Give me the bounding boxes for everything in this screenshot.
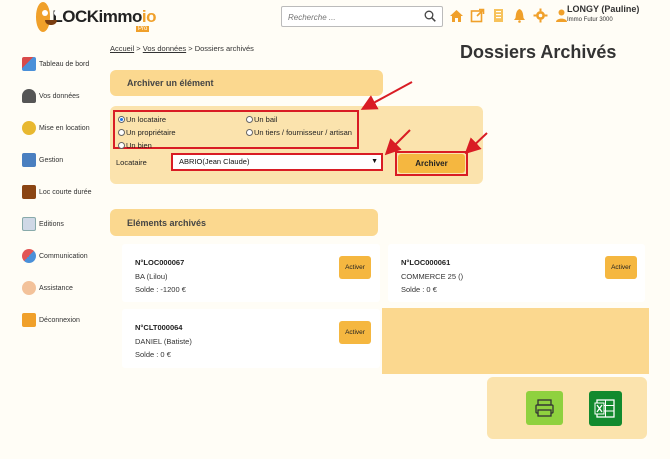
tenant-select-value: ABRIO(Jean Claude)	[179, 157, 250, 166]
breadcrumb-data-link[interactable]: Vos données	[143, 44, 186, 53]
sidebar-item-dashboard[interactable]: Tableau de bord	[22, 48, 112, 80]
archived-card: N°LOC000067 BA (Lilou) Solde : -1200 € A…	[122, 244, 380, 302]
archived-card: N°CLT000064 DANIEL (Batiste) Solde : 0 €…	[122, 309, 380, 368]
activate-button[interactable]: Activer	[339, 321, 371, 344]
print-button[interactable]	[526, 391, 563, 425]
printer-icon	[535, 399, 554, 417]
card-id: N°CLT000064	[135, 323, 183, 332]
gear-icon[interactable]	[533, 8, 548, 23]
archived-section-heading: Eléments archivés	[110, 209, 378, 236]
sidebar-item-editions[interactable]: Editions	[22, 208, 112, 240]
sidebar-item-your-data[interactable]: Vos données	[22, 80, 112, 112]
activate-button[interactable]: Activer	[339, 256, 371, 279]
card-balance: Solde : 0 €	[135, 350, 171, 359]
header-toolbar	[449, 8, 569, 23]
radio-owner[interactable]: Un propriétaire	[118, 128, 176, 137]
archive-button[interactable]: Archiver	[398, 154, 465, 173]
home-icon[interactable]	[449, 8, 464, 23]
search-box[interactable]	[281, 6, 443, 27]
chart-icon	[22, 217, 36, 231]
app-logo[interactable]: LOCKimmoio Pro	[36, 2, 157, 32]
radio-button[interactable]	[246, 129, 253, 136]
card-name: BA (Lilou)	[135, 272, 168, 281]
dashboard-icon	[22, 57, 36, 71]
user-info[interactable]: LONGY (Pauline) Immo Futur 3000	[567, 4, 639, 23]
sidebar-item-short-term[interactable]: Loc courte durée	[22, 176, 112, 208]
breadcrumb-home-link[interactable]: Accueil	[110, 44, 134, 53]
chat-icon	[22, 249, 36, 263]
radio-button[interactable]	[246, 116, 253, 123]
excel-icon	[594, 399, 615, 418]
breadcrumb-current: Dossiers archivés	[194, 44, 254, 53]
sidebar-item-management[interactable]: Gestion	[22, 144, 112, 176]
radio-property[interactable]: Un bien	[118, 141, 152, 150]
tiger-mascot-icon	[36, 2, 58, 32]
logo-badge: Pro	[136, 26, 150, 32]
sidebar-item-logout[interactable]: Déconnexion	[22, 304, 112, 336]
sidebar-item-assistance[interactable]: Assistance	[22, 272, 112, 304]
logo-text: LOCKimmoio	[52, 7, 156, 26]
radio-lease[interactable]: Un bail	[246, 115, 277, 124]
card-name: DANIEL (Batiste)	[135, 337, 192, 346]
excel-export-button[interactable]	[589, 391, 622, 426]
document-icon[interactable]	[491, 8, 506, 23]
chevron-down-icon: ▼	[371, 158, 378, 165]
card-name: COMMERCE 25 ()	[401, 272, 464, 281]
activate-button[interactable]: Activer	[605, 256, 637, 279]
key-icon	[22, 121, 36, 135]
radio-button[interactable]	[118, 116, 125, 123]
bell-icon[interactable]	[512, 8, 527, 23]
card-balance: Solde : -1200 €	[135, 285, 186, 294]
search-input[interactable]	[282, 8, 417, 27]
sidebar-item-communication[interactable]: Communication	[22, 240, 112, 272]
radio-tenant[interactable]: Un locataire	[118, 115, 166, 124]
radio-button[interactable]	[118, 142, 125, 149]
logout-icon	[22, 313, 36, 327]
archive-section-heading: Archiver un élément	[110, 70, 383, 96]
tenant-select[interactable]: ABRIO(Jean Claude) ▼	[171, 153, 383, 171]
company-name: Immo Futur 3000	[567, 17, 613, 23]
person-icon	[22, 89, 36, 103]
card-balance: Solde : 0 €	[401, 285, 437, 294]
archived-card: N°LOC000061 COMMERCE 25 () Solde : 0 € A…	[388, 244, 645, 302]
breadcrumb: Accueil > Vos données > Dossiers archivé…	[110, 44, 254, 53]
external-link-icon[interactable]	[470, 8, 485, 23]
calculator-icon	[22, 153, 36, 167]
card-id: N°LOC000061	[401, 258, 451, 267]
search-icon[interactable]	[424, 10, 436, 22]
tenant-select-label: Locataire	[116, 158, 147, 167]
sidebar-item-rental[interactable]: Mise en location	[22, 112, 112, 144]
radio-button[interactable]	[118, 129, 125, 136]
support-icon	[22, 281, 36, 295]
radio-third-party[interactable]: Un tiers / fournisseur / artisan	[246, 128, 352, 137]
suitcase-icon	[22, 185, 36, 199]
card-id: N°LOC000067	[135, 258, 185, 267]
page-title: Dossiers Archivés	[460, 42, 617, 62]
user-name: LONGY (Pauline)	[567, 4, 640, 14]
export-panel	[487, 377, 647, 439]
empty-card-slot	[382, 308, 649, 374]
sidebar: Tableau de bord Vos données Mise en loca…	[22, 48, 112, 336]
